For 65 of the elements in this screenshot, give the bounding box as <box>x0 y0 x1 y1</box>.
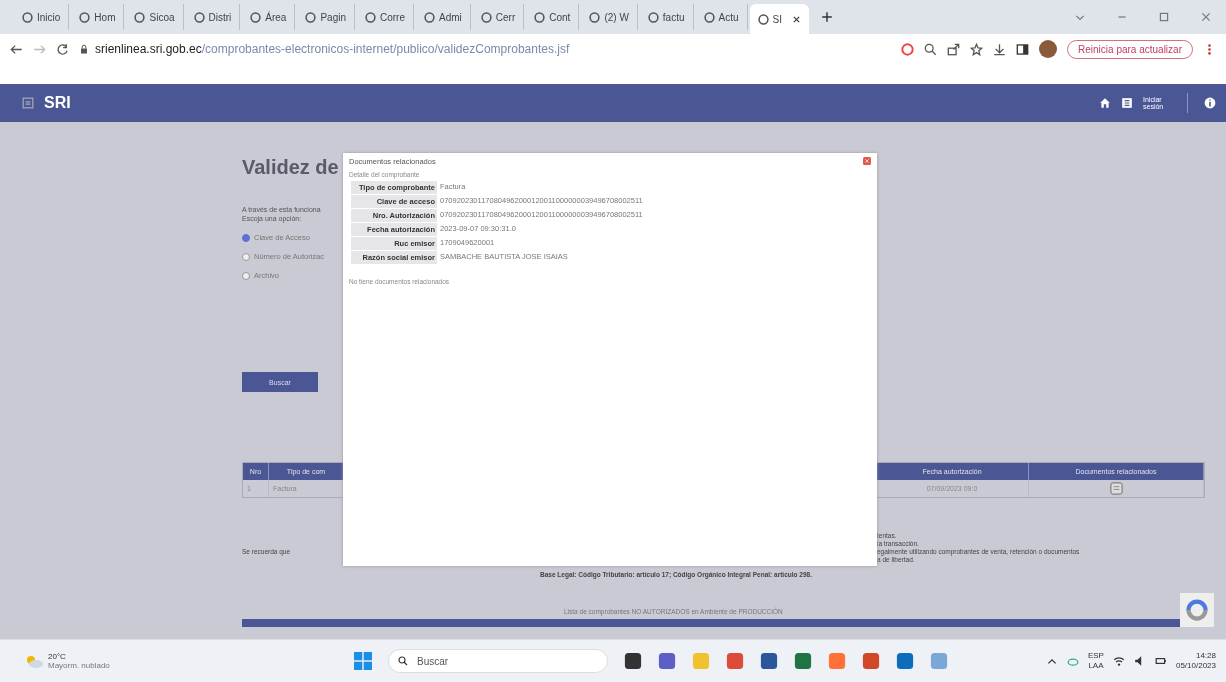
side-panel-icon[interactable] <box>1016 42 1030 56</box>
page-title: Validez de <box>242 156 340 179</box>
radio-icon[interactable] <box>242 252 250 261</box>
globe-icon <box>365 11 376 23</box>
close-icon[interactable] <box>792 14 801 24</box>
battery-icon[interactable] <box>1154 655 1167 667</box>
globe-icon <box>757 13 769 25</box>
globe-icon <box>534 11 546 23</box>
back-arrow-icon[interactable] <box>10 42 23 56</box>
browser-tab[interactable]: Cerr <box>472 4 525 30</box>
wifi-icon[interactable] <box>1112 655 1125 667</box>
recaptcha-icon[interactable] <box>1180 593 1214 627</box>
browser-tab[interactable]: factu <box>639 4 694 30</box>
star-icon[interactable] <box>970 42 984 56</box>
weather-text: Mayorm. nublado <box>48 661 110 670</box>
maximize-icon[interactable] <box>1158 11 1170 23</box>
zoom-icon[interactable] <box>924 42 938 56</box>
windows-start-icon[interactable] <box>354 652 372 670</box>
globe-icon <box>424 11 435 23</box>
globe-icon <box>589 11 601 23</box>
globe-icon <box>250 11 262 23</box>
browser-tab[interactable]: Distri <box>185 4 241 30</box>
new-tab-icon[interactable] <box>821 11 833 23</box>
download-icon[interactable] <box>993 42 1007 56</box>
language-text[interactable]: ESP <box>1087 650 1104 661</box>
globe-icon <box>647 11 659 23</box>
date-text[interactable]: 05/10/2023 <box>1175 661 1216 672</box>
id-card-icon[interactable] <box>1121 97 1133 109</box>
radio-icon[interactable] <box>242 233 250 242</box>
layout-text[interactable]: LAA <box>1088 661 1104 672</box>
browser-tab[interactable]: (2) W <box>581 4 638 30</box>
browser-tab[interactable]: Cont <box>526 4 580 30</box>
radio-icon[interactable] <box>242 271 250 280</box>
cloud-sun-icon <box>24 654 44 668</box>
browser-tab[interactable]: Admi <box>416 4 471 30</box>
globe-icon <box>134 11 146 23</box>
reload-icon[interactable] <box>56 42 69 56</box>
globe-icon <box>193 11 205 23</box>
time-text[interactable]: 14:28 <box>1195 650 1216 661</box>
search-icon <box>398 656 408 666</box>
address-field[interactable]: srienlinea.sri.gob.ec/comprobantes-electronicos-internet/publico/validezComprobantes.jsf <box>79 37 892 61</box>
browser-tab[interactable]: Sicoa <box>126 4 184 30</box>
update-button[interactable]: Reinicia para actualizar <box>1067 39 1193 59</box>
browser-tab[interactable]: Pagin <box>297 4 355 30</box>
browser-tab[interactable]: Corre <box>357 4 414 30</box>
globe-icon <box>22 11 33 23</box>
globe-icon <box>305 11 317 23</box>
globe-icon <box>703 11 715 23</box>
browser-tab[interactable]: SI <box>749 4 809 34</box>
menu-icon[interactable] <box>22 97 34 109</box>
browser-tab[interactable]: Actu <box>695 4 748 30</box>
lock-icon <box>79 44 89 54</box>
translate-icon[interactable] <box>901 42 915 56</box>
search-field[interactable]: Buscar <box>388 649 608 673</box>
home-icon[interactable] <box>1099 97 1111 109</box>
share-icon[interactable] <box>947 42 961 56</box>
avatar[interactable] <box>1039 40 1058 58</box>
globe-icon <box>480 11 492 23</box>
logo-text[interactable]: SRI <box>44 94 71 112</box>
temperature-text: 20°C <box>48 652 67 661</box>
browser-tab[interactable]: Hom <box>71 4 125 30</box>
browser-tab[interactable]: Área <box>242 4 296 30</box>
info-icon[interactable] <box>1204 97 1216 109</box>
globe-icon <box>79 11 91 23</box>
browser-tab[interactable]: Inicio <box>14 4 70 30</box>
